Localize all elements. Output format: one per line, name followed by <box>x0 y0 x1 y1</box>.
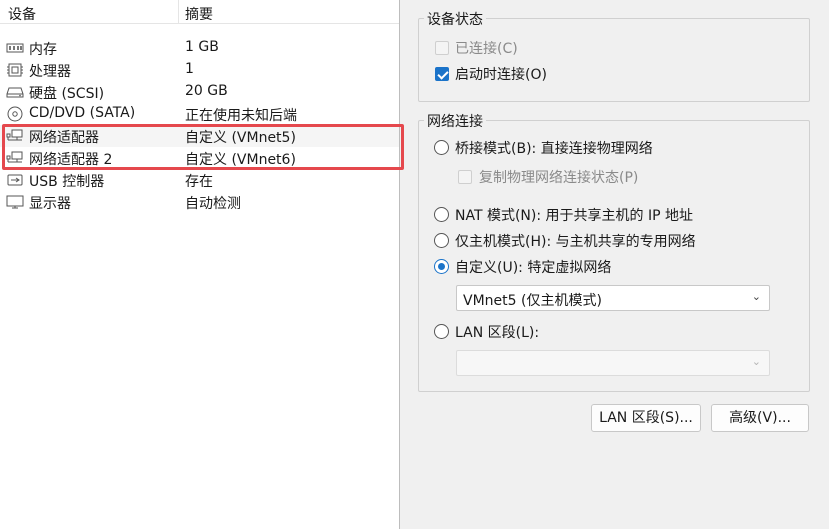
nat-label: NAT 模式(N): 用于共享主机的 IP 地址 <box>455 208 693 224</box>
device-list-header: 设备 摘要 <box>0 0 399 24</box>
lan-segments-button[interactable]: LAN 区段(S)... <box>591 404 701 432</box>
column-separator[interactable] <box>178 0 179 24</box>
device-summary: 自定义 (VMnet6) <box>185 152 296 168</box>
device-name: USB 控制器 <box>29 174 105 190</box>
device-name: 网络适配器 <box>29 130 99 146</box>
device-name: 内存 <box>29 42 57 58</box>
connected-checkbox[interactable] <box>435 41 449 55</box>
memory-icon <box>6 43 24 53</box>
cd-dvd-icon <box>7 106 23 122</box>
lan-segment-label: LAN 区段(L): <box>455 325 540 341</box>
lan-segment-select[interactable]: ⌄ <box>456 350 770 376</box>
device-row-usb-controller[interactable]: USB 控制器 存在 <box>0 169 399 191</box>
custom-radio[interactable] <box>434 259 449 274</box>
custom-network-select[interactable]: VMnet5 (仅主机模式) ⌄ <box>456 285 770 311</box>
device-row-memory[interactable]: 内存 1 GB <box>0 37 399 59</box>
processor-icon <box>7 63 23 77</box>
custom-network-value: VMnet5 (仅主机模式) <box>463 293 602 309</box>
device-row-network-adapter-2[interactable]: 网络适配器 2 自定义 (VMnet6) <box>0 147 399 169</box>
device-summary: 自定义 (VMnet5) <box>185 130 296 146</box>
device-summary: 1 <box>185 61 194 77</box>
connect-on-power-on-label: 启动时连接(O) <box>455 67 547 83</box>
custom-label: 自定义(U): 特定虚拟网络 <box>455 260 612 276</box>
device-name: CD/DVD (SATA) <box>29 105 136 121</box>
device-name: 网络适配器 2 <box>29 152 113 168</box>
device-summary: 20 GB <box>185 83 228 99</box>
nat-radio[interactable] <box>434 207 449 222</box>
device-name: 显示器 <box>29 196 71 212</box>
device-summary: 正在使用未知后端 <box>185 108 297 124</box>
device-row-hard-disk[interactable]: 硬盘 (SCSI) 20 GB <box>0 81 399 103</box>
hard-disk-icon <box>6 87 24 98</box>
column-header-summary[interactable]: 摘要 <box>185 4 213 24</box>
device-summary: 自动检测 <box>185 196 241 212</box>
device-summary: 存在 <box>185 174 213 190</box>
advanced-button[interactable]: 高级(V)... <box>711 404 809 432</box>
replicate-state-checkbox[interactable] <box>458 170 472 184</box>
host-only-radio[interactable] <box>434 233 449 248</box>
display-icon <box>6 195 24 209</box>
column-header-device[interactable]: 设备 <box>8 4 36 24</box>
device-name: 硬盘 (SCSI) <box>29 86 105 102</box>
host-only-label: 仅主机模式(H): 与主机共享的专用网络 <box>455 234 696 250</box>
device-status-title: 设备状态 <box>424 9 486 29</box>
usb-icon <box>7 174 23 186</box>
device-summary: 1 GB <box>185 39 219 55</box>
bridged-label: 桥接模式(B): 直接连接物理网络 <box>455 141 653 157</box>
replicate-state-label: 复制物理网络连接状态(P) <box>479 170 639 186</box>
network-connection-title: 网络连接 <box>424 111 486 131</box>
chevron-down-icon: ⌄ <box>751 290 761 303</box>
lan-segment-radio[interactable] <box>434 324 449 339</box>
device-status-group <box>418 18 810 102</box>
network-adapter-icon <box>6 129 23 141</box>
device-name: 处理器 <box>29 64 71 80</box>
bridged-radio[interactable] <box>434 140 449 155</box>
device-row-display[interactable]: 显示器 自动检测 <box>0 191 399 213</box>
connect-on-power-on-checkbox[interactable] <box>435 67 449 81</box>
device-row-cd-dvd[interactable]: CD/DVD (SATA) 正在使用未知后端 <box>0 103 399 125</box>
device-row-processor[interactable]: 处理器 1 <box>0 59 399 81</box>
device-row-network-adapter[interactable]: 网络适配器 自定义 (VMnet5) <box>0 125 399 147</box>
chevron-down-icon: ⌄ <box>751 355 761 368</box>
connected-label: 已连接(C) <box>455 41 518 57</box>
device-list: 设备 摘要 内存 1 GB 处理器 1 硬盘 (SCSI) 20 GB CD/D… <box>0 0 400 529</box>
network-adapter-icon <box>6 151 23 163</box>
